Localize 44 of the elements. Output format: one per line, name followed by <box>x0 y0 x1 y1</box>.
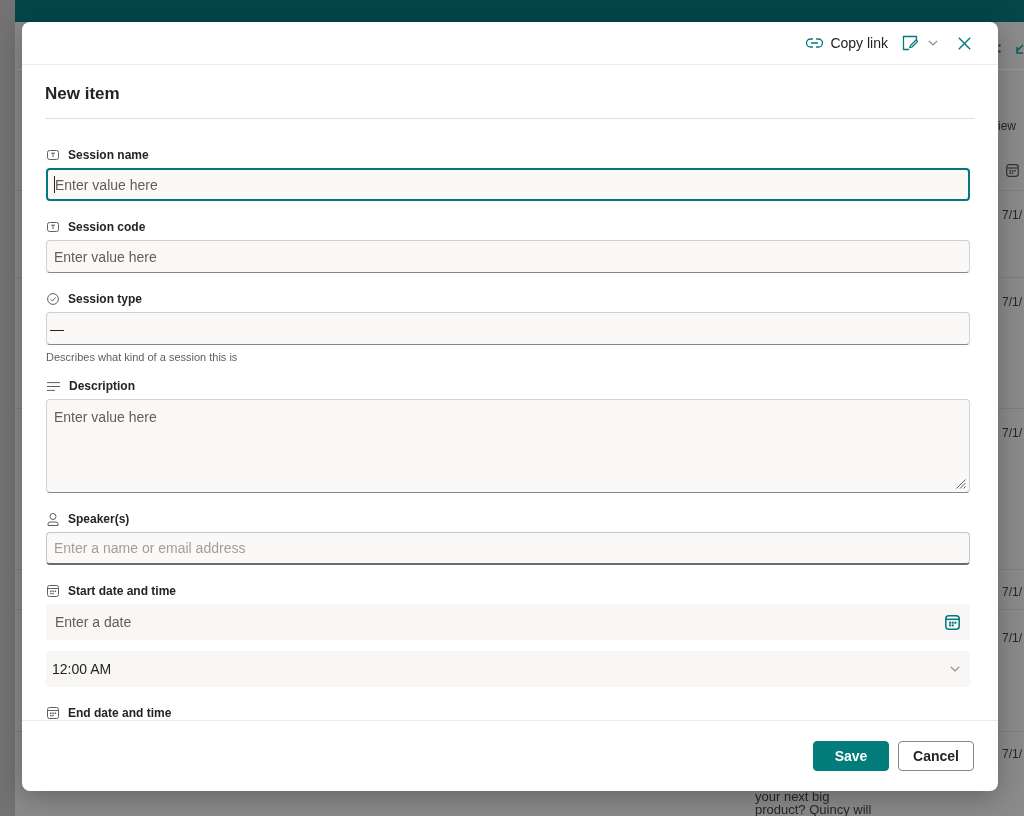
header-text: iew <box>998 119 1016 133</box>
date-text: 7/1/ <box>1002 631 1022 645</box>
choice-dropdown[interactable]: — <box>46 312 970 345</box>
date-field[interactable]: Enter a date <box>46 604 970 640</box>
save-button[interactable]: Save <box>813 741 889 771</box>
text-field-icon <box>47 222 59 232</box>
cancel-button[interactable]: Cancel <box>898 741 974 771</box>
calendar-icon <box>47 707 59 719</box>
description-text: your next big product? Quincy will <box>755 791 873 816</box>
date-text: 7/1/ <box>1002 295 1022 309</box>
form-edit-icon[interactable] <box>902 35 919 51</box>
resize-handle-icon[interactable] <box>956 479 966 489</box>
date-text: 7/1/ <box>1002 747 1022 761</box>
text-area[interactable]: Enter value here <box>46 399 970 493</box>
calendar-icon <box>47 585 59 597</box>
field-label: Session code <box>68 220 146 234</box>
calendar-icon[interactable] <box>945 614 960 630</box>
text-field-icon <box>47 150 59 160</box>
close-icon[interactable] <box>958 36 971 50</box>
field-hint: Describes what kind of a session this is <box>46 351 239 363</box>
dots-icon[interactable] <box>998 44 1001 53</box>
field-label: Start date and time <box>68 584 177 598</box>
date-text: 7/1/ <box>1002 426 1022 440</box>
calendar-icon <box>1006 163 1019 177</box>
field-label: Session name <box>68 148 149 162</box>
text-cursor-icon <box>54 176 55 193</box>
copy-link-button[interactable]: Copy link <box>806 35 888 51</box>
text-input[interactable]: Enter value here <box>46 168 970 201</box>
text-input[interactable]: Enter value here <box>46 240 970 273</box>
arrow-icon[interactable] <box>1016 43 1024 54</box>
chevron-down-icon[interactable] <box>928 40 938 46</box>
date-text: 7/1/ <box>1002 585 1022 599</box>
lines-icon <box>47 381 60 391</box>
date-text: 7/1/ <box>1002 208 1022 222</box>
field-label: End date and time <box>68 706 172 720</box>
dialog-title: New item <box>45 83 120 104</box>
chevron-down-icon <box>950 666 960 672</box>
time-dropdown[interactable]: 12:00 AM <box>46 651 970 687</box>
field-label: Session type <box>68 292 143 306</box>
person-icon <box>47 512 59 526</box>
link-icon <box>806 38 824 48</box>
field-label: Description <box>69 379 135 393</box>
field-label: Speaker(s) <box>68 512 130 526</box>
check-circle-icon <box>47 293 59 305</box>
